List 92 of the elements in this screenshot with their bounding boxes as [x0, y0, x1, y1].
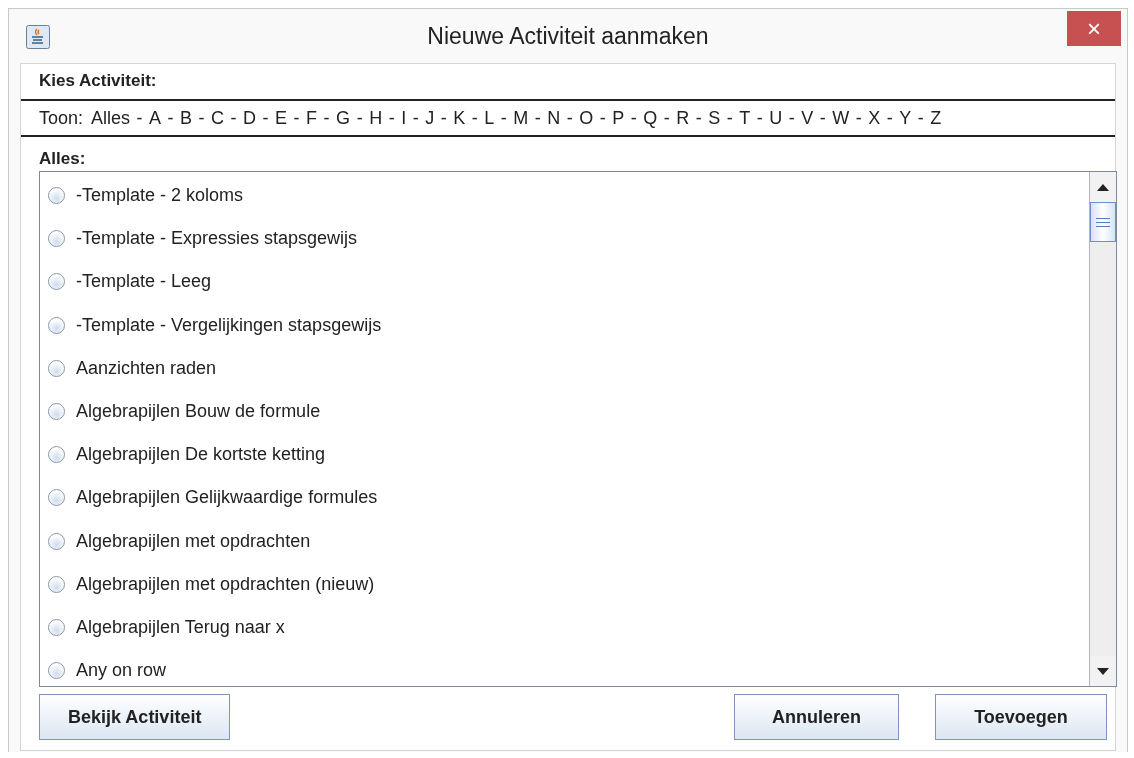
- scroll-down-button[interactable]: [1090, 656, 1116, 686]
- radio-button[interactable]: [48, 489, 65, 507]
- filter-link[interactable]: Q: [643, 107, 658, 129]
- activity-label[interactable]: Any on row: [76, 660, 167, 682]
- separator-text: -: [726, 107, 733, 129]
- separator-text: -: [262, 107, 269, 129]
- radio-button[interactable]: [48, 403, 65, 421]
- radio-button[interactable]: [48, 187, 65, 205]
- separator-text: -: [819, 107, 826, 129]
- filter-link[interactable]: S: [708, 107, 721, 129]
- up-arrow-icon: [1097, 183, 1109, 191]
- filter-link[interactable]: B: [180, 107, 193, 129]
- activity-label[interactable]: Algebrapijlen met opdrachten (nieuw): [76, 573, 375, 595]
- separator-text: -: [412, 107, 419, 129]
- section-heading: Kies Activiteit:: [21, 64, 1115, 101]
- separator-text: -: [566, 107, 573, 129]
- activity-label[interactable]: -Template - Leeg: [76, 271, 212, 293]
- separator-text: -: [788, 107, 795, 129]
- radio-button[interactable]: [48, 316, 65, 334]
- radio-button[interactable]: [48, 446, 65, 464]
- filter-link[interactable]: C: [211, 107, 225, 129]
- separator-text: -: [230, 107, 237, 129]
- filter-link[interactable]: Z: [930, 107, 942, 129]
- radio-button[interactable]: [48, 230, 65, 248]
- window-title: Nieuwe Activiteit aanmaken: [427, 22, 709, 50]
- activity-label[interactable]: Aanzichten raden: [76, 357, 217, 379]
- activity-label[interactable]: -Template - 2 koloms: [76, 185, 244, 207]
- filter-link[interactable]: Alles: [91, 107, 131, 129]
- activity-label[interactable]: Algebrapijlen Terug naar x: [76, 616, 285, 638]
- filter-label: Toon:: [39, 107, 84, 129]
- dialog-button[interactable]: Toevoegen: [935, 694, 1107, 740]
- separator-text: -: [630, 107, 637, 129]
- activity-label[interactable]: Algebrapijlen met opdrachten: [76, 530, 311, 552]
- separator-text: -: [534, 107, 541, 129]
- separator-text: -: [855, 107, 862, 129]
- activity-label[interactable]: Algebrapijlen Bouw de formule: [76, 401, 321, 423]
- filter-link[interactable]: T: [739, 107, 751, 129]
- separator-text: -: [136, 107, 143, 129]
- filter-link[interactable]: A: [149, 107, 162, 129]
- filter-link[interactable]: F: [306, 107, 318, 129]
- close-button[interactable]: ×: [1067, 11, 1121, 46]
- separator-text: -: [917, 107, 924, 129]
- filter-link[interactable]: H: [369, 107, 383, 129]
- scroll-up-button[interactable]: [1090, 172, 1116, 202]
- radio-button[interactable]: [48, 359, 65, 377]
- separator-text: -: [167, 107, 174, 129]
- filter-link[interactable]: U: [769, 107, 783, 129]
- radio-button[interactable]: [48, 273, 65, 291]
- radio-button[interactable]: [48, 532, 65, 550]
- filter-link[interactable]: O: [579, 107, 594, 129]
- down-arrow-icon: [1097, 667, 1109, 675]
- coffee-cup-icon: [26, 25, 50, 49]
- separator-text: -: [500, 107, 507, 129]
- activity-label[interactable]: Algebrapijlen De kortste ketting: [76, 444, 326, 466]
- filter-link[interactable]: P: [612, 107, 625, 129]
- filter-link[interactable]: E: [275, 107, 288, 129]
- view-activity-button[interactable]: Bekijk Activiteit: [39, 694, 231, 740]
- separator-text: -: [599, 107, 606, 129]
- dialog-button[interactable]: Annuleren: [734, 694, 899, 740]
- filter-link[interactable]: N: [547, 107, 561, 129]
- separator-text: -: [323, 107, 330, 129]
- scroll-thumb[interactable]: [1090, 202, 1116, 242]
- filter-link[interactable]: R: [676, 107, 690, 129]
- separator-text: -: [293, 107, 300, 129]
- filter-link[interactable]: I: [401, 107, 407, 129]
- separator-text: -: [695, 107, 702, 129]
- list-heading: Alles:: [38, 148, 87, 170]
- filter-link[interactable]: W: [832, 107, 850, 129]
- separator-text: -: [388, 107, 395, 129]
- separator-text: -: [886, 107, 893, 129]
- filter-link[interactable]: X: [868, 107, 881, 129]
- activity-label[interactable]: Algebrapijlen Gelijkwaardige formules: [76, 487, 378, 509]
- filter-link[interactable]: J: [425, 107, 435, 129]
- separator-text: -: [663, 107, 670, 129]
- radio-button[interactable]: [48, 575, 65, 593]
- filter-link[interactable]: V: [801, 107, 814, 129]
- separator-text: -: [471, 107, 478, 129]
- filter-link[interactable]: M: [513, 107, 529, 129]
- scrollbar[interactable]: [1089, 172, 1116, 686]
- activity-label[interactable]: -Template - Vergelijkingen stapsgewijs: [76, 314, 382, 336]
- separator-text: -: [198, 107, 205, 129]
- separator-text: -: [440, 107, 447, 129]
- filter-link[interactable]: Y: [899, 107, 912, 129]
- filter-link[interactable]: K: [453, 107, 466, 129]
- separator-text: -: [756, 107, 763, 129]
- filter-link[interactable]: D: [243, 107, 257, 129]
- radio-button[interactable]: [48, 618, 65, 636]
- separator-text: -: [356, 107, 363, 129]
- filter-link[interactable]: L: [484, 107, 495, 129]
- radio-button[interactable]: [48, 662, 65, 680]
- activity-label[interactable]: -Template - Expressies stapsgewijs: [76, 228, 358, 250]
- filter-link[interactable]: G: [336, 107, 351, 129]
